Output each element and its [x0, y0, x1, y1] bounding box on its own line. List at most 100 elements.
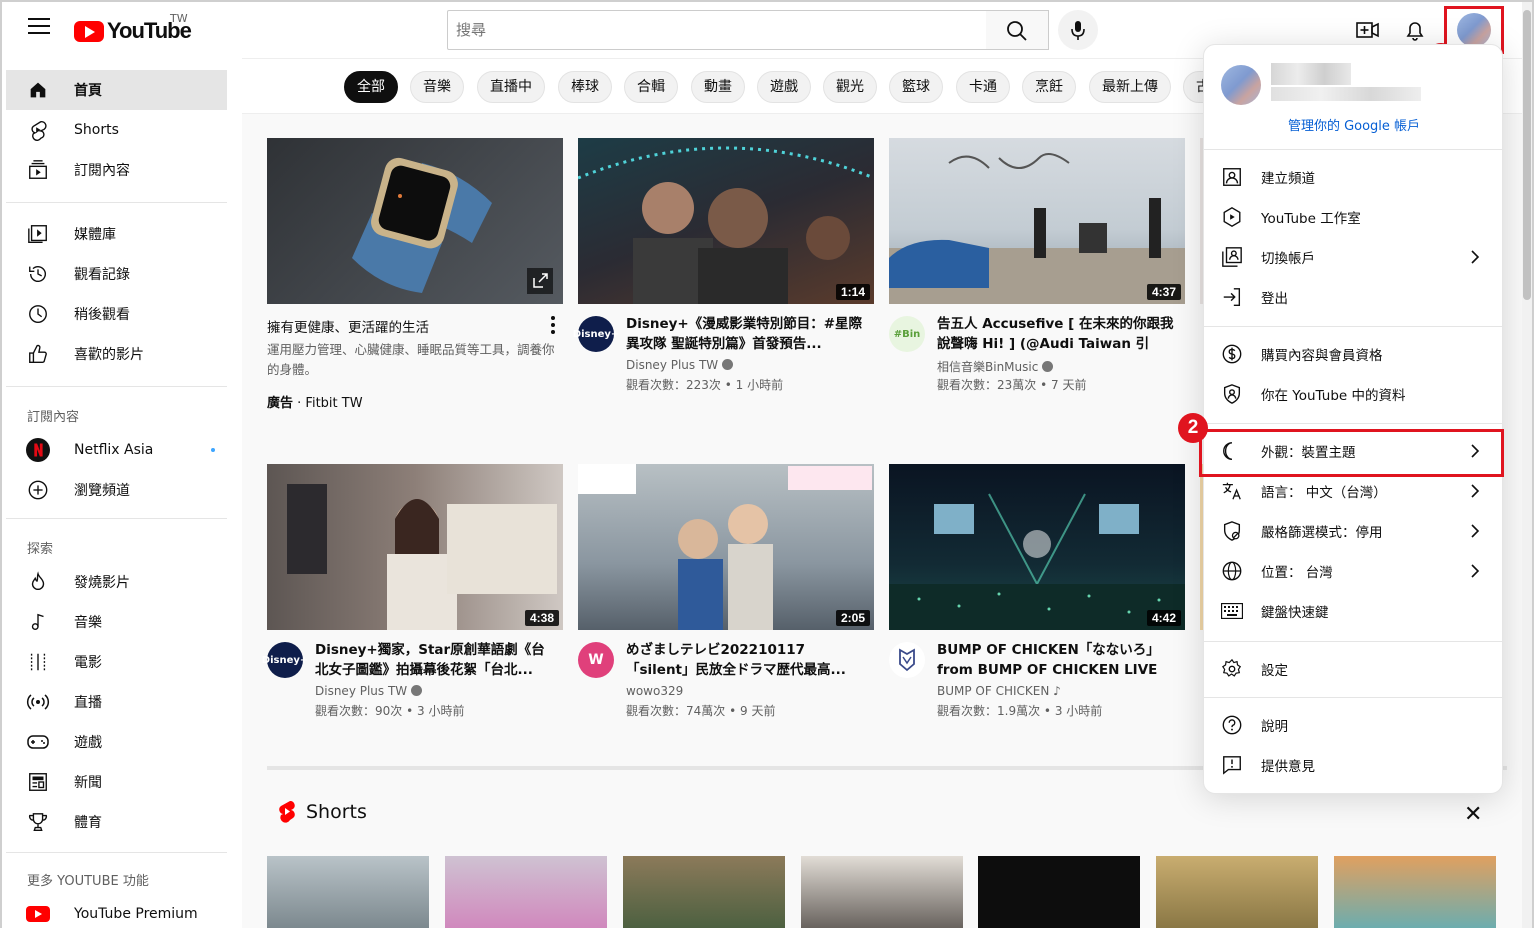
sidebar-item-subscriptions[interactable]: 訂閱內容	[6, 150, 227, 190]
video-thumbnail[interactable]: 2:05	[578, 464, 874, 630]
menu-item-language[interactable]: 語言： 中文（台灣）	[1204, 471, 1502, 511]
menu-item-create-channel[interactable]: 建立頻道	[1204, 157, 1502, 197]
chip-animation[interactable]: 動畫	[691, 71, 745, 103]
video-card[interactable]: 1:14 Disney+ Disney+《漫威影業特別節目：#星際異攻隊 聖誕特…	[573, 138, 874, 414]
channel-avatar[interactable]: Disney+	[573, 316, 619, 352]
video-title[interactable]: Disney+《漫威影業特別節目：#星際異攻隊 聖誕特別篇》首發預告...	[626, 314, 866, 354]
menu-item-youtube-studio[interactable]: YouTube 工作室	[1204, 197, 1502, 237]
menu-item-purchases[interactable]: 購買內容與會員資格	[1204, 334, 1502, 374]
sidebar-item-movies[interactable]: 電影	[6, 642, 227, 682]
chip-basketball[interactable]: 籃球	[889, 71, 943, 103]
chevron-right-icon	[1471, 524, 1480, 538]
ad-title[interactable]: 擁有更健康、更活躍的生活	[267, 316, 537, 336]
shorts-logo-icon	[279, 800, 295, 823]
chip-cartoon[interactable]: 卡通	[956, 71, 1010, 103]
video-stats: 觀看次數：223次 • 1 小時前	[626, 378, 784, 392]
video-title[interactable]: めざましテレビ202210117「silent」民放全ドラマ歴代最高...	[626, 640, 866, 680]
chip-music[interactable]: 音樂	[410, 71, 464, 103]
page-scrollbar[interactable]	[1522, 2, 1532, 928]
sidebar-item-sports[interactable]: 體育	[6, 802, 227, 842]
chip-mixes[interactable]: 合輯	[624, 71, 678, 103]
chip-recently-uploaded[interactable]: 最新上傳	[1089, 71, 1171, 103]
menu-item-location[interactable]: 位置： 台灣	[1204, 551, 1502, 591]
ad-sponsor-line: 廣告 · Fitbit TW	[267, 396, 363, 411]
subscriptions-icon	[26, 158, 50, 182]
short-thumbnail[interactable]	[801, 856, 963, 928]
menu-item-send-feedback[interactable]: 提供意見	[1204, 745, 1502, 785]
video-card[interactable]: 4:37 #Bin 告五人 Accusefive [ 在未來的你跟我說聲嗨 Hi…	[889, 138, 1185, 414]
menu-item-keyboard-shortcuts[interactable]: 鍵盤快速鍵	[1204, 591, 1502, 631]
menu-item-help[interactable]: 說明	[1204, 705, 1502, 745]
view-count: 觀看次數：223次	[626, 378, 721, 392]
video-title[interactable]: BUMP OF CHICKEN「なないろ」from BUMP OF CHICKE…	[937, 640, 1177, 680]
video-thumbnail[interactable]	[267, 138, 563, 304]
channel-name[interactable]: 相信音樂BinMusic	[937, 360, 1038, 374]
channel-avatar[interactable]: #Bin	[889, 316, 925, 352]
voice-search-button[interactable]	[1058, 10, 1098, 50]
chip-baseball[interactable]: 棒球	[558, 71, 612, 103]
sidebar-item-liked-videos[interactable]: 喜歡的影片	[6, 334, 227, 374]
thumbnail-scene	[889, 153, 1185, 304]
sidebar-item-history[interactable]: 觀看記錄	[6, 254, 227, 294]
channel-name[interactable]: BUMP OF CHICKEN	[937, 684, 1049, 698]
sidebar-item-gaming[interactable]: 遊戲	[6, 722, 227, 762]
short-thumbnail[interactable]	[267, 856, 429, 928]
menu-item-restricted-mode[interactable]: 嚴格篩選模式：停用	[1204, 511, 1502, 551]
more-options-icon[interactable]	[551, 316, 555, 337]
sidebar-divider	[6, 518, 227, 519]
search-input[interactable]	[448, 11, 986, 49]
thumbnail-scene	[889, 493, 1185, 630]
manage-google-account-link[interactable]: 管理你的 Google 帳戶	[1204, 115, 1504, 134]
video-thumbnail[interactable]: 4:38	[267, 464, 563, 630]
sidebar-item-browse-channels[interactable]: 瀏覽頻道	[6, 470, 227, 510]
menu-item-sign-out[interactable]: 登出	[1204, 277, 1502, 317]
thumbnail-scene	[578, 146, 874, 304]
channel-name[interactable]: Disney Plus TW	[626, 358, 718, 372]
short-thumbnail[interactable]	[978, 856, 1140, 928]
close-icon[interactable]: ✕	[1464, 802, 1482, 827]
video-thumbnail[interactable]: 4:37	[889, 138, 1185, 304]
search-button[interactable]	[986, 10, 1049, 50]
chip-all[interactable]: 全部	[344, 71, 398, 103]
sidebar-item-library[interactable]: 媒體庫	[6, 214, 227, 254]
sidebar-item-shorts[interactable]: Shorts	[6, 110, 227, 150]
sidebar-item-netflix-asia[interactable]: Netflix Asia	[6, 430, 227, 470]
short-thumbnail[interactable]	[445, 856, 607, 928]
chip-live[interactable]: 直播中	[477, 71, 545, 103]
ad-sponsor[interactable]: Fitbit TW	[305, 396, 362, 411]
hamburger-menu-icon[interactable]	[28, 18, 50, 36]
sidebar-item-news[interactable]: 新聞	[6, 762, 227, 802]
external-link-icon[interactable]	[527, 268, 553, 294]
sidebar-item-watch-later[interactable]: 稍後觀看	[6, 294, 227, 334]
ad-card[interactable]: 擁有更健康、更活躍的生活 運用壓力管理、心臟健康、睡眠品質等工具，調養你的身體。…	[267, 138, 563, 424]
short-thumbnail[interactable]	[1334, 856, 1496, 928]
sidebar-item-live[interactable]: 直播	[6, 682, 227, 722]
video-title[interactable]: 告五人 Accusefive [ 在未來的你跟我說聲嗨 Hi! ] (@Audi…	[937, 314, 1177, 354]
video-card[interactable]: 4:42 BUMP OF CHICKEN「なないろ」from BUMP OF C…	[889, 464, 1185, 740]
video-title[interactable]: Disney+獨家，Star原創華語劇《台北女子圖鑑》拍攝幕後花絮「台北...	[315, 640, 555, 680]
video-thumbnail[interactable]: 1:14	[578, 138, 874, 304]
sidebar-item-home[interactable]: 首頁	[6, 70, 227, 110]
channel-name[interactable]: wowo329	[626, 684, 683, 698]
channel-avatar[interactable]	[889, 642, 925, 678]
chip-cooking[interactable]: 烹飪	[1022, 71, 1076, 103]
sidebar-item-youtube-premium[interactable]: YouTube Premium	[6, 894, 227, 928]
menu-item-switch-account[interactable]: 切換帳戶	[1204, 237, 1502, 277]
youtube-logo[interactable]: YouTube TW	[74, 12, 192, 44]
sidebar-item-label: 新聞	[74, 775, 102, 791]
channel-avatar[interactable]: W	[578, 642, 614, 678]
scrollbar-thumb[interactable]	[1523, 10, 1531, 300]
channel-avatar[interactable]: Disney+	[262, 642, 308, 678]
sidebar-item-trending[interactable]: 發燒影片	[6, 562, 227, 602]
short-thumbnail[interactable]	[623, 856, 785, 928]
channel-name[interactable]: Disney Plus TW	[315, 684, 407, 698]
video-card[interactable]: 2:05 W めざましテレビ202210117「silent」民放全ドラマ歴代最…	[578, 464, 874, 740]
menu-item-settings[interactable]: 設定	[1204, 649, 1502, 689]
video-thumbnail[interactable]: 4:42	[889, 464, 1185, 630]
chip-gaming[interactable]: 遊戲	[757, 71, 811, 103]
menu-item-your-data[interactable]: 你在 YouTube 中的資料	[1204, 374, 1502, 414]
video-card[interactable]: 4:38 Disney+ Disney+獨家，Star原創華語劇《台北女子圖鑑》…	[262, 464, 563, 740]
short-thumbnail[interactable]	[1156, 856, 1318, 928]
chip-travel[interactable]: 觀光	[823, 71, 877, 103]
sidebar-item-music[interactable]: 音樂	[6, 602, 227, 642]
